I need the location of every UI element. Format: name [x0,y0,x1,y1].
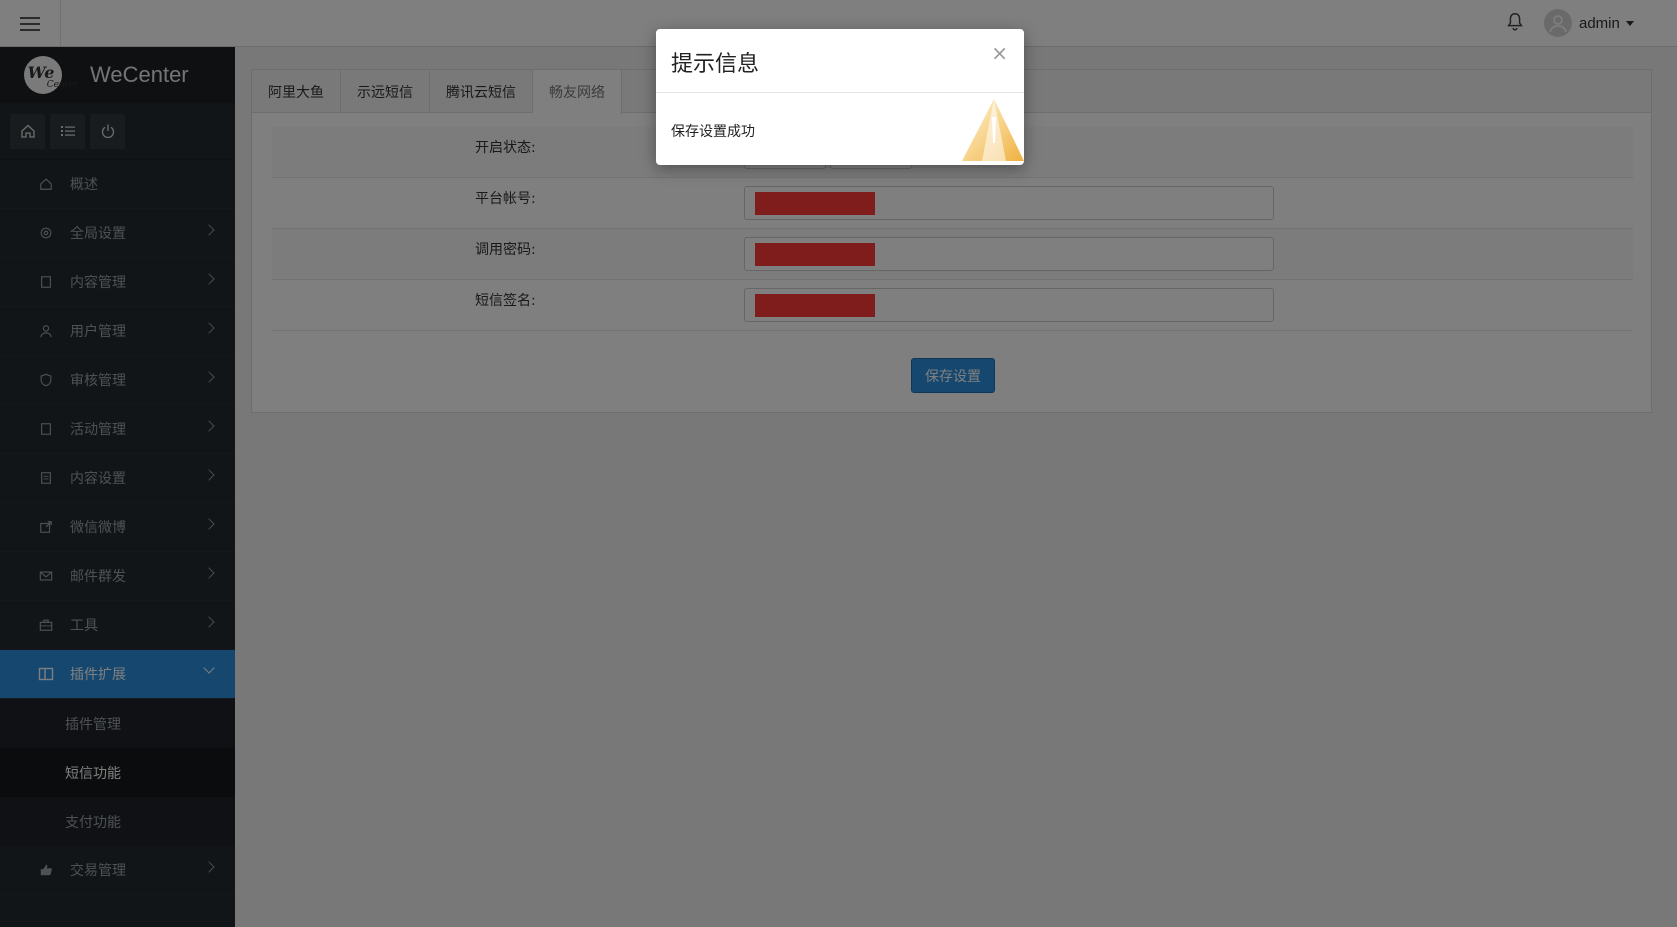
close-icon[interactable]: × [991,43,1008,63]
alert-dialog: 提示信息 × 保存设置成功 [656,29,1024,165]
dialog-body: 保存设置成功 [656,93,1024,165]
dialog-title: 提示信息 [671,52,760,77]
dialog-header: 提示信息 × [656,29,1024,93]
dialog-message: 保存设置成功 [671,124,755,140]
warning-art-icon [962,99,1024,161]
